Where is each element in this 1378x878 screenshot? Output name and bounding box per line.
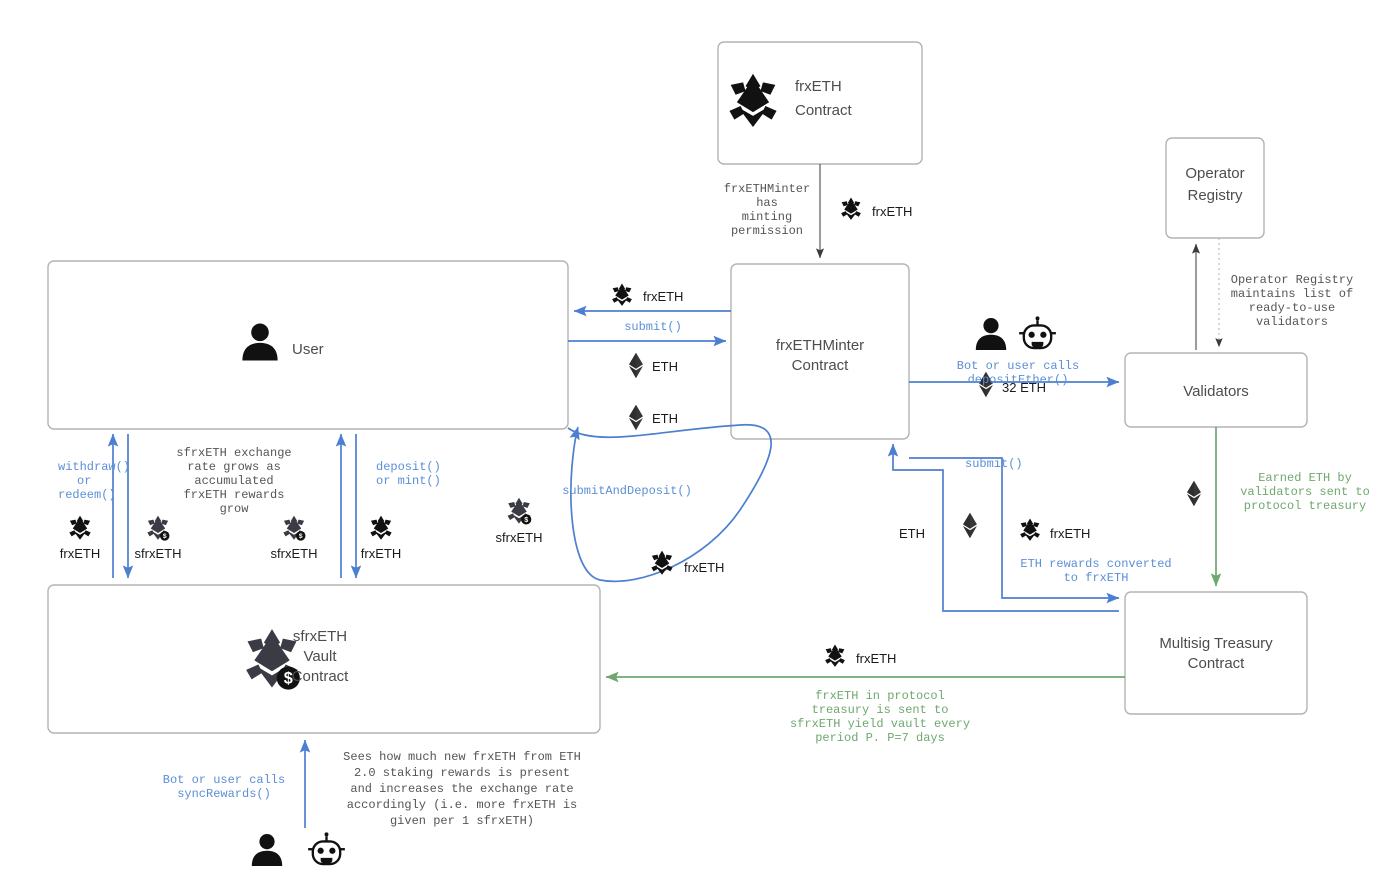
frxeth-token-icon-col1 — [69, 515, 91, 540]
withdraw-or-redeem-0: withdraw() — [58, 460, 130, 474]
treasury-to-vault-note-2: sfrxETH yield vault every — [790, 717, 970, 731]
frxeth-minter-label-2: Contract — [792, 357, 850, 374]
validators-label: Validators — [1183, 383, 1249, 400]
eth-user-minter-label: ETH — [652, 359, 678, 374]
sfrxeth-vault-label-2: Vault — [303, 648, 337, 665]
col-frxeth-left-label: frxETH — [60, 546, 100, 561]
eth-treasury-label: ETH — [899, 526, 925, 541]
eth-token-icon-submit-deposit — [629, 404, 643, 431]
robot-icon-bot-bottom — [306, 831, 347, 866]
exchange-rate-note-2: accumulated — [194, 474, 273, 488]
deposit-or-mint-1: or mint() — [376, 474, 441, 488]
user-person-icon-bot-bottom — [251, 834, 283, 866]
sfrxeth-token-icon-curve — [507, 497, 532, 525]
eth-submit-deposit-label: ETH — [652, 411, 678, 426]
bot-sync-rewards-1: syncRewards() — [177, 787, 271, 801]
multisig-treasury-label-2: Contract — [1188, 655, 1246, 672]
frxeth-contract-label-1: frxETH — [795, 78, 842, 95]
sync-rewards-note-2: and increases the exchange rate — [350, 782, 573, 796]
submit-label: submit() — [624, 320, 682, 334]
sync-rewards-note-0: Sees how much new frxETH from ETH — [343, 750, 581, 764]
frxeth-minter-label-1: frxETHMinter — [776, 337, 864, 354]
withdraw-or-redeem-1: or — [77, 474, 91, 488]
sfrxeth-token-icon-col3 — [283, 515, 306, 541]
frxeth-token-icon-treasury — [1020, 518, 1040, 541]
eth-rewards-converted-0: ETH rewards converted — [1020, 557, 1171, 571]
submit-and-deposit-label: submitAndDeposit() — [562, 484, 692, 498]
frxeth-token-icon-to-user — [612, 283, 632, 306]
frxeth-down-label: frxETH — [872, 204, 912, 219]
eth-rewards-converted-1: to frxETH — [1064, 571, 1129, 585]
frxeth-token-icon-minter-edge — [841, 197, 861, 220]
exchange-rate-note-3: frxETH rewards — [184, 488, 285, 502]
minter-permission-line-1: has — [756, 196, 778, 210]
sfrxeth-curve-label: sfrxETH — [496, 530, 543, 545]
frxeth-contract-label-2: Contract — [795, 102, 853, 119]
frxeth-treasury-label: frxETH — [1050, 526, 1090, 541]
multisig-treasury-label-1: Multisig Treasury — [1159, 635, 1273, 652]
eth-32-label: 32 ETH — [1002, 380, 1046, 395]
frxeth-token-icon-col4 — [370, 515, 392, 540]
diagram-canvas: $ — [0, 0, 1378, 878]
sfrxeth-token-icon-col2 — [147, 515, 170, 541]
minter-permission-line-0: frxETHMinter — [724, 182, 810, 196]
frxeth-token-icon-to-vault — [825, 644, 845, 667]
frxeth-to-vault-label: frxETH — [856, 651, 896, 666]
minter-permission-line-3: permission — [731, 224, 803, 238]
operator-registry-label-2: Registry — [1187, 187, 1243, 204]
earned-eth-note-0: Earned ETH by — [1258, 471, 1352, 485]
earned-eth-note-2: protocol treasury — [1244, 499, 1366, 513]
exchange-rate-note-0: sfrxETH exchange — [176, 446, 291, 460]
bot-sync-rewards-0: Bot or user calls — [163, 773, 285, 787]
operator-registry-label-1: Operator — [1185, 165, 1244, 182]
treasury-to-vault-note-1: treasury is sent to — [812, 703, 949, 717]
operator-registry-note-2: ready-to-use — [1249, 301, 1335, 315]
user-person-icon-bot-top — [975, 318, 1007, 350]
exchange-rate-note-1: rate grows as — [187, 460, 281, 474]
node-multisig-treasury[interactable] — [1124, 591, 1308, 715]
treasury-to-vault-note-3: period P. P=7 days — [815, 731, 945, 745]
sync-rewards-note-3: accordingly (i.e. more frxETH is — [347, 798, 577, 812]
sync-rewards-note-4: given per 1 sfrxETH) — [390, 814, 534, 828]
earned-eth-note-1: validators sent to — [1240, 485, 1370, 499]
frxeth-token-icon-curve — [651, 550, 673, 575]
frxeth-curve-label: frxETH — [684, 560, 724, 575]
exchange-rate-note-4: grow — [220, 502, 250, 516]
deposit-or-mint-0: deposit() — [376, 460, 441, 474]
operator-registry-note-0: Operator Registry — [1231, 273, 1353, 287]
eth-token-icon-treasury — [963, 512, 977, 539]
flow-diagram-svg: $ — [47, 41, 1370, 866]
eth-token-icon-earned — [1187, 480, 1201, 507]
treasury-to-vault-note-0: frxETH in protocol — [815, 689, 945, 703]
operator-registry-note-3: validators — [1256, 315, 1328, 329]
robot-icon-bot-top — [1017, 315, 1058, 350]
col-sfrxeth-right-label: sfrxETH — [271, 546, 318, 561]
eth-token-icon-submit — [629, 352, 643, 379]
submit-treasury-label: submit() — [965, 457, 1023, 471]
col-frxeth-right-label: frxETH — [361, 546, 401, 561]
sfrxeth-vault-label-1: sfrxETH — [293, 628, 347, 645]
withdraw-or-redeem-2: redeem() — [58, 488, 116, 502]
bot-deposit-ether-0: Bot or user calls — [957, 359, 1079, 373]
operator-registry-note-1: maintains list of — [1231, 287, 1353, 301]
sfrxeth-vault-label-3: Contract — [292, 668, 350, 685]
sync-rewards-note-1: 2.0 staking rewards is present — [354, 766, 570, 780]
minter-permission-line-2: minting — [742, 210, 792, 224]
user-label: User — [292, 341, 324, 358]
col-sfrxeth-left-label: sfrxETH — [135, 546, 182, 561]
frxeth-to-user-label: frxETH — [643, 289, 683, 304]
